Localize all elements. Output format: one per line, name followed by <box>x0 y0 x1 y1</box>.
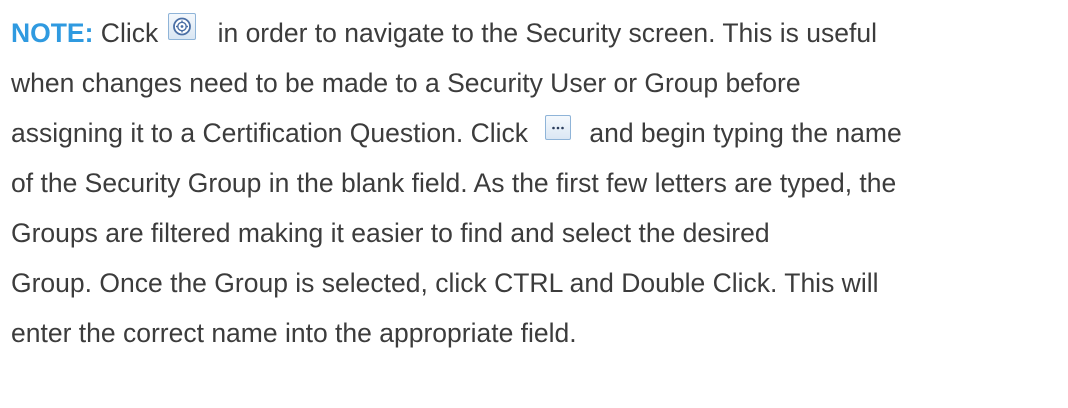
note-line-1: NOTE: Click in order to navigate to the … <box>11 8 1063 58</box>
note-paragraph: NOTE: Click in order to navigate to the … <box>11 8 1063 358</box>
note-label: NOTE: <box>11 18 94 48</box>
note-line-7: enter the correct name into the appropri… <box>11 318 577 348</box>
note-text-1b: in order to navigate to the Security scr… <box>217 18 877 48</box>
note-line-5: Groups are filtered making it easier to … <box>11 218 770 248</box>
note-line-2: when changes need to be made to a Securi… <box>11 68 801 98</box>
ellipsis-button-icon <box>545 115 572 140</box>
security-navigate-icon <box>167 13 196 40</box>
note-text-3b: and begin typing the name <box>589 118 902 148</box>
note-line-4: of the Security Group in the blank field… <box>11 168 897 198</box>
note-line-6: Group. Once the Group is selected, click… <box>11 268 879 298</box>
note-text-3a: assigning it to a Certification Question… <box>11 118 536 148</box>
note-line-3: assigning it to a Certification Question… <box>11 108 1063 158</box>
note-text-1a: Click <box>93 18 166 48</box>
